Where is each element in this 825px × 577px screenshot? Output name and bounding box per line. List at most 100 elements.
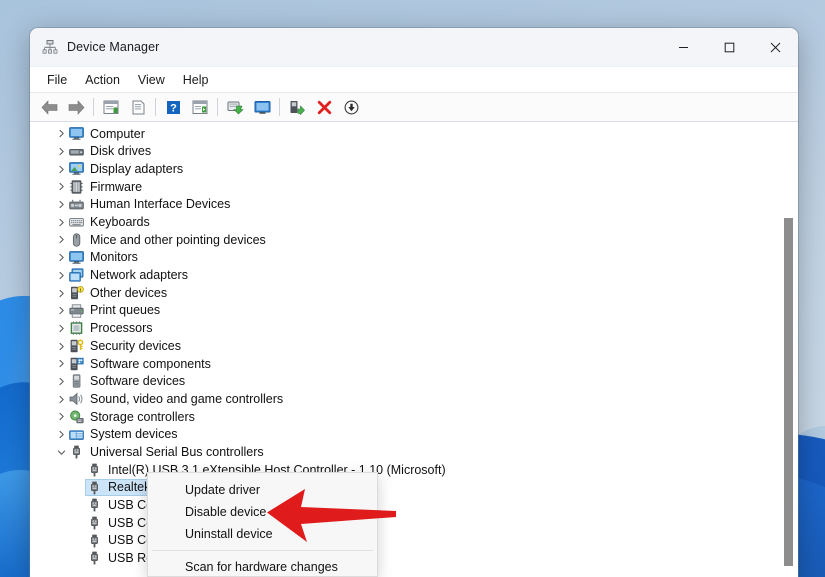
tree-item-label: Network adapters [90,268,188,283]
monitor-icon [68,250,84,266]
chevron-down-icon[interactable] [54,448,68,457]
menu-help[interactable]: Help [174,70,218,90]
tree-item[interactable]: Security devices [30,337,780,355]
usb-icon [86,462,102,478]
tree-item[interactable]: USB Composite Device [30,496,780,514]
enable-device-icon [290,100,305,115]
menu-action[interactable]: Action [76,70,129,90]
tree-item-label: Monitors [90,250,138,265]
update-driver-button[interactable] [222,95,248,119]
context-menu-item-scan-for-hardware-changes[interactable]: Scan for hardware changes [148,556,377,576]
menu-view[interactable]: View [129,70,174,90]
chevron-right-icon[interactable] [54,165,68,174]
menu-file[interactable]: File [38,70,76,90]
title-bar[interactable]: Device Manager [30,28,798,67]
tree-item[interactable]: Disk drives [30,143,780,161]
minimize-button[interactable] [660,28,706,66]
disk-drive-icon [68,144,84,160]
hid-icon [68,197,84,213]
tree-item[interactable]: USB Composite Device [30,532,780,550]
back-button[interactable] [36,95,62,119]
chevron-right-icon[interactable] [54,430,68,439]
tree-item[interactable]: ! Other devices [30,284,780,302]
menu-bar: File Action View Help [30,67,798,93]
chevron-right-icon[interactable] [54,359,68,368]
chevron-right-icon[interactable] [54,289,68,298]
chevron-right-icon[interactable] [54,200,68,209]
tree-item-label: Software components [90,356,211,371]
down-arrow-circle-icon [344,100,358,114]
tree-item[interactable]: Software components [30,355,780,373]
tree-item[interactable]: Storage controllers [30,408,780,426]
chevron-right-icon[interactable] [54,324,68,333]
tree-item[interactable]: Universal Serial Bus controllers [30,443,780,461]
usb-icon [86,497,102,513]
chevron-right-icon[interactable] [54,412,68,421]
context-menu-item-disable-device[interactable]: Disable device [148,501,377,523]
chevron-right-icon[interactable] [54,395,68,404]
chevron-right-icon[interactable] [54,235,68,244]
tree-item[interactable]: Sound, video and game controllers [30,390,780,408]
monitor-scan-icon [254,100,270,114]
keyboard-icon [68,214,84,230]
context-menu-item-uninstall-device[interactable]: Uninstall device [148,523,377,545]
uninstall-device-button[interactable] [311,95,337,119]
tree-item[interactable]: Processors [30,320,780,338]
close-button[interactable] [752,28,798,66]
tree-item[interactable]: Mice and other pointing devices [30,231,780,249]
tree-item-label: Software devices [90,374,186,389]
tree-item-selected[interactable]: Realtek USB 3.0 Card Reader [30,478,780,497]
chevron-right-icon[interactable] [54,377,68,386]
usb-icon [68,444,84,460]
scan-hardware-changes-button[interactable] [249,95,275,119]
scrollbar-thumb[interactable] [784,218,793,566]
chevron-right-icon[interactable] [54,218,68,227]
forward-button[interactable] [63,95,89,119]
usb-icon [86,515,102,531]
processor-icon [68,320,84,336]
chevron-right-icon[interactable] [54,342,68,351]
device-manager-window: Device Manager File Action View Help ? C… [30,28,798,577]
tree-item[interactable]: Firmware [30,178,780,196]
vertical-scrollbar[interactable] [781,124,796,575]
chevron-right-icon[interactable] [54,129,68,138]
disable-device-button[interactable] [338,95,364,119]
tree-item-label: Security devices [90,338,182,353]
tree-item[interactable]: Monitors [30,249,780,267]
tree-item[interactable]: Print queues [30,302,780,320]
tree-item[interactable]: Keyboards [30,213,780,231]
enable-device-button[interactable] [284,95,310,119]
tree-item[interactable]: Computer [30,125,780,143]
tree-item[interactable]: Intel(R) USB 3.1 eXtensible Host Control… [30,461,780,479]
toolbar-separator [155,98,156,116]
chevron-right-icon[interactable] [54,253,68,262]
software-component-icon [68,356,84,372]
maximize-button[interactable] [706,28,752,66]
tree-item-label: Storage controllers [90,409,195,424]
software-device-icon [68,373,84,389]
system-device-icon [68,427,84,443]
help-button[interactable]: ? [160,95,186,119]
back-arrow-icon [41,99,57,115]
tree-item-label: System devices [90,427,178,442]
device-tree: Computer Disk drives Display adapters Firmw… [30,125,780,577]
chevron-right-icon[interactable] [54,271,68,280]
question-mark-icon: ? [166,100,180,114]
tree-item[interactable]: USB Root Hub (USB 3.0) [30,550,780,568]
help-topics-button[interactable] [125,95,151,119]
tree-item[interactable]: Display adapters [30,160,780,178]
context-menu-item-update-driver[interactable]: Update driver [148,479,377,501]
properties-button[interactable] [98,95,124,119]
tree-item-label: Keyboards [90,215,150,230]
chevron-right-icon[interactable] [54,306,68,315]
tree-item[interactable]: Network adapters [30,267,780,285]
chevron-right-icon[interactable] [54,182,68,191]
show-hidden-devices-button[interactable] [187,95,213,119]
tree-item[interactable]: System devices [30,426,780,444]
chevron-right-icon[interactable] [54,147,68,156]
tree-item[interactable]: Software devices [30,373,780,391]
context-menu: Update driver Disable device Uninstall d… [147,472,378,577]
tree-item[interactable]: USB Composite Device [30,514,780,532]
tree-item[interactable]: Human Interface Devices [30,196,780,214]
context-menu-separator [152,550,373,551]
